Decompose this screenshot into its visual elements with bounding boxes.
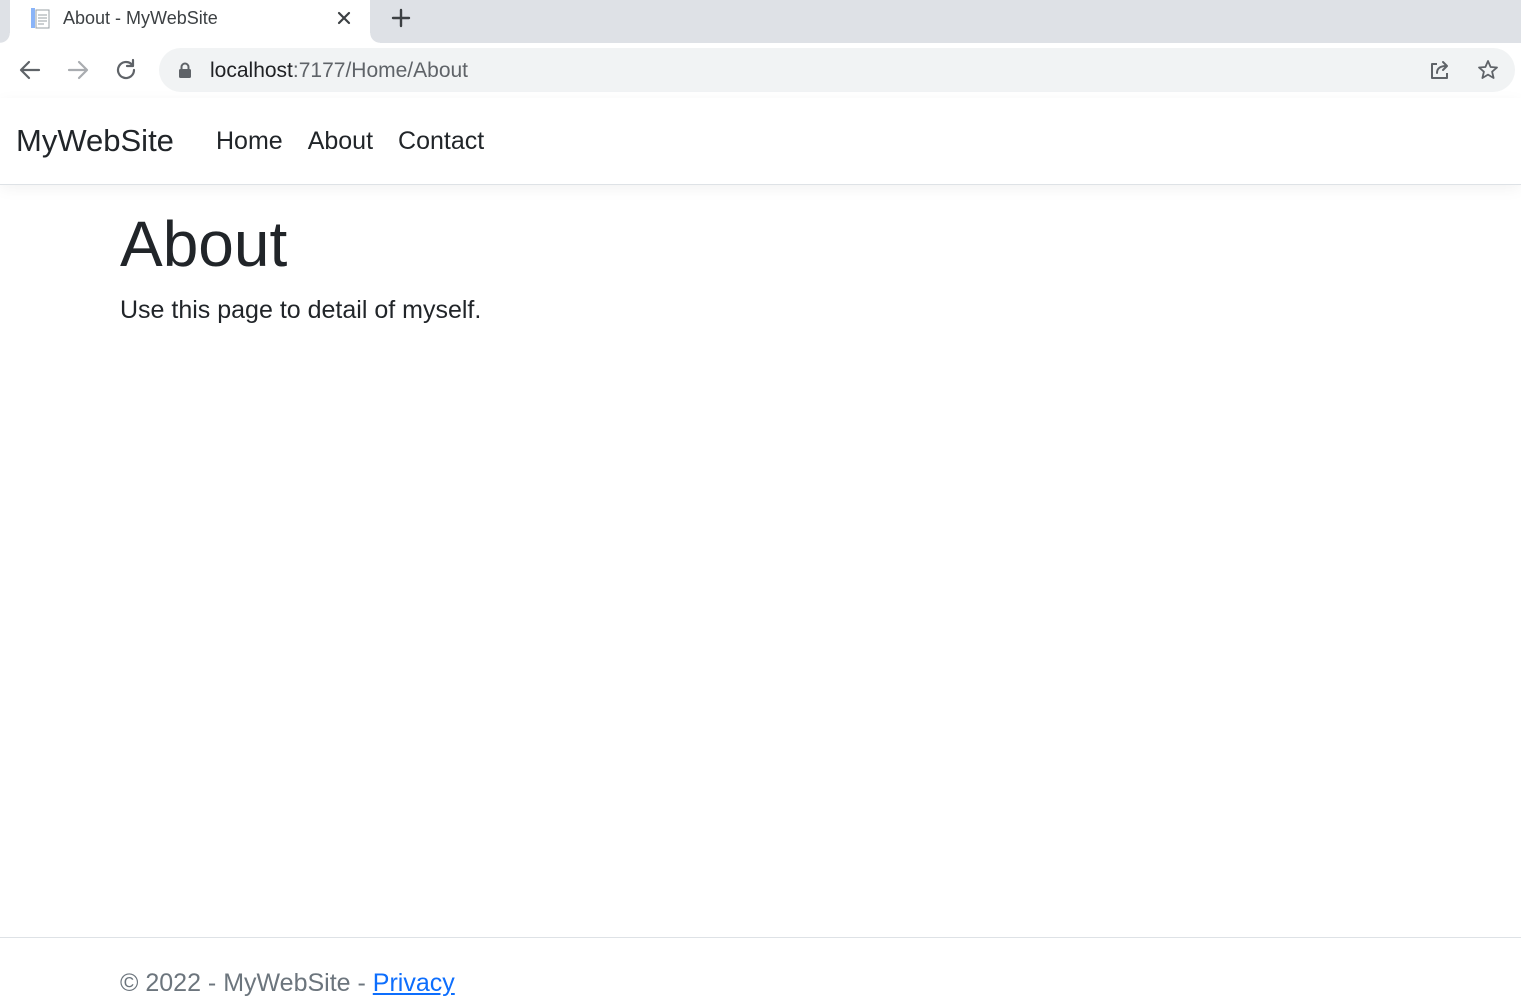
lock-icon[interactable] bbox=[176, 61, 194, 79]
footer-copyright: © 2022 - MyWebSite - bbox=[120, 969, 373, 997]
brand-link[interactable]: MyWebSite bbox=[16, 123, 174, 159]
url-host: localhost bbox=[210, 59, 293, 82]
privacy-link[interactable]: Privacy bbox=[373, 969, 455, 997]
site-footer: © 2022 - MyWebSite - Privacy bbox=[0, 937, 1521, 1007]
plus-icon[interactable] bbox=[389, 6, 413, 30]
reload-icon[interactable] bbox=[112, 56, 140, 84]
site-navbar: MyWebSite Home About Contact bbox=[0, 98, 1521, 185]
share-icon[interactable] bbox=[1428, 58, 1452, 82]
back-arrow-icon[interactable] bbox=[16, 56, 44, 84]
browser-tab[interactable]: About - MyWebSite bbox=[0, 0, 380, 43]
nav-link-home[interactable]: Home bbox=[216, 125, 283, 157]
tab-title: About - MyWebSite bbox=[63, 8, 218, 28]
page-title: About bbox=[120, 208, 288, 280]
browser-tabstrip: About - MyWebSite bbox=[0, 0, 1521, 43]
nav-links: Home About Contact bbox=[216, 125, 509, 157]
address-bar[interactable]: localhost:7177/Home/About bbox=[159, 48, 1515, 92]
close-icon[interactable] bbox=[334, 8, 354, 28]
document-favicon-icon bbox=[31, 8, 50, 29]
footer-text: © 2022 - MyWebSite - Privacy bbox=[120, 966, 455, 1000]
forward-arrow-icon[interactable] bbox=[64, 56, 92, 84]
nav-link-about[interactable]: About bbox=[308, 125, 373, 157]
url-text[interactable]: localhost:7177/Home/About bbox=[210, 59, 468, 83]
nav-link-contact[interactable]: Contact bbox=[398, 125, 484, 157]
browser-toolbar: localhost:7177/Home/About bbox=[0, 43, 1521, 99]
main-content: About Use this page to detail of myself. bbox=[120, 200, 481, 328]
page-description: Use this page to detail of myself. bbox=[120, 296, 482, 324]
url-path: :7177/Home/About bbox=[292, 59, 469, 82]
star-icon[interactable] bbox=[1476, 58, 1500, 82]
